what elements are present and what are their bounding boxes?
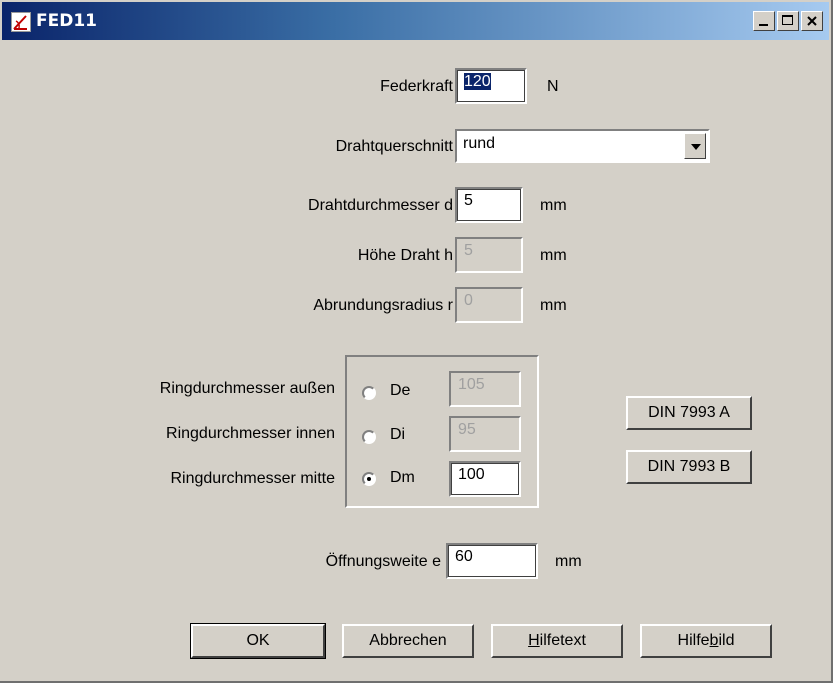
hilfetext-label-post: ilfetext [539,632,586,649]
drahtquerschnitt-select[interactable]: rund [455,129,710,163]
close-icon [807,16,817,26]
dm-input[interactable]: 100 [449,461,521,497]
oeffnungsweite-value: 60 [455,548,473,565]
oeffnungsweite-label: Öffnungsweite e [325,553,441,570]
dm-value: 100 [458,466,485,483]
oeffnungsweite-input[interactable]: 60 [446,543,538,579]
abrundungsradius-label: Abrundungsradius r [313,297,453,314]
drahtdurchmesser-unit: mm [540,197,567,214]
minimize-button[interactable] [753,11,775,31]
fed11-window: FED11 Federkraft 120 N Drahtquerschnitt … [0,0,833,683]
radio-di[interactable] [362,430,376,444]
hilfebild-button[interactable]: Hilfebild [640,624,772,658]
federkraft-input[interactable]: 120 [455,68,527,104]
abbrechen-button[interactable]: Abbrechen [342,624,474,658]
hoehe-input[interactable]: 5 [455,237,523,273]
radio-dm[interactable] [362,472,376,486]
title-bar[interactable]: FED11 [2,2,829,40]
radio-dm-label[interactable]: Dm [390,469,415,487]
maximize-button[interactable] [777,11,799,31]
app-icon [11,12,31,32]
maximize-icon [782,15,793,25]
din-7993-b-button[interactable]: DIN 7993 B [626,450,752,484]
hilfetext-mnemonic: H [528,632,540,649]
federkraft-label: Federkraft [380,78,453,95]
abrundungsradius-value: 0 [464,292,473,309]
drahtquerschnitt-label: Drahtquerschnitt [335,138,453,155]
hoehe-label: Höhe Draht h [357,247,453,264]
de-value: 105 [458,376,485,393]
radio-dm-selected-dot [367,477,371,481]
ring-mitte-label: Ringdurchmesser mitte [170,470,336,487]
din-7993-a-button[interactable]: DIN 7993 A [626,396,752,430]
oeffnungsweite-unit: mm [555,553,582,570]
di-input[interactable]: 95 [449,416,521,452]
federkraft-unit: N [547,78,559,95]
window-title: FED11 [36,11,97,31]
abrundungsradius-input[interactable]: 0 [455,287,523,323]
hilfetext-button[interactable]: Hilfetext [491,624,623,658]
hoehe-unit: mm [540,247,567,264]
hilfebild-label-post: ild [718,632,735,649]
drahtdurchmesser-label: Drahtdurchmesser d [308,197,453,214]
de-input[interactable]: 105 [449,371,521,407]
radio-de[interactable] [362,386,376,400]
hilfebild-label-pre: Hilfe [677,632,710,649]
ring-innen-label: Ringdurchmesser innen [166,425,335,442]
ring-aussen-label: Ringdurchmesser außen [159,380,335,397]
close-button[interactable] [801,11,823,31]
minimize-icon [759,24,768,26]
radio-de-label[interactable]: De [390,382,410,400]
ok-button[interactable]: OK [190,623,326,659]
drahtquerschnitt-value: rund [463,135,496,152]
di-value: 95 [458,421,476,438]
hoehe-value: 5 [464,242,473,259]
federkraft-value: 120 [464,73,491,90]
chevron-down-icon[interactable] [684,133,706,159]
abrundungsradius-unit: mm [540,297,567,314]
drahtdurchmesser-input[interactable]: 5 [455,187,523,223]
drahtdurchmesser-value: 5 [464,192,473,209]
radio-di-label[interactable]: Di [390,426,405,444]
